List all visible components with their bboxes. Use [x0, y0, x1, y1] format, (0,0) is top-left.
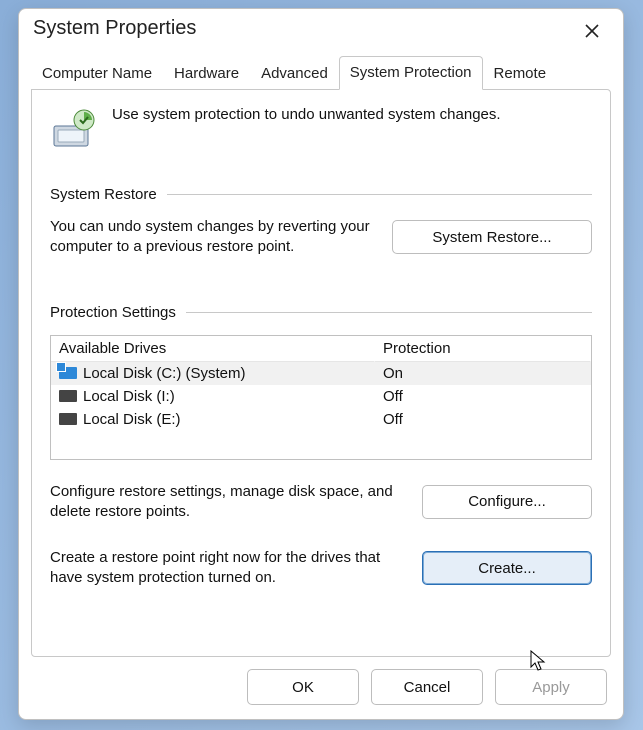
apply-button[interactable]: Apply [495, 669, 607, 705]
protection-settings-group: Protection Settings [50, 304, 592, 321]
system-restore-row: You can undo system changes by reverting… [50, 217, 592, 258]
drive-icon [59, 413, 77, 425]
protection-settings-label: Protection Settings [50, 304, 176, 321]
tab-row: Computer Name Hardware Advanced System P… [19, 55, 623, 89]
cancel-button[interactable]: Cancel [371, 669, 483, 705]
system-properties-dialog: System Properties Computer Name Hardware… [18, 8, 624, 720]
table-row[interactable]: Local Disk (I:) Off [51, 385, 591, 408]
col-available-drives: Available Drives [51, 336, 375, 362]
col-protection: Protection [375, 336, 591, 362]
create-desc: Create a restore point right now for the… [50, 548, 404, 589]
tab-content: Use system protection to undo unwanted s… [31, 89, 611, 657]
dialog-buttons: OK Cancel Apply [19, 657, 623, 719]
configure-row: Configure restore settings, manage disk … [50, 482, 592, 523]
drive-name: Local Disk (I:) [83, 388, 175, 405]
create-button[interactable]: Create... [422, 551, 592, 585]
tab-remote[interactable]: Remote [483, 57, 558, 90]
drive-icon [59, 367, 77, 379]
intro-text: Use system protection to undo unwanted s… [112, 104, 501, 123]
divider [167, 194, 592, 195]
system-restore-button[interactable]: System Restore... [392, 220, 592, 254]
table-row[interactable]: Local Disk (E:) Off [51, 408, 591, 431]
drive-status: On [375, 362, 591, 385]
drives-table: Available Drives Protection Local Disk (… [50, 335, 592, 460]
configure-button[interactable]: Configure... [422, 485, 592, 519]
drive-status: Off [375, 385, 591, 408]
titlebar: System Properties [19, 9, 623, 55]
configure-desc: Configure restore settings, manage disk … [50, 482, 404, 523]
drive-name: Local Disk (C:) (System) [83, 365, 246, 382]
create-row: Create a restore point right now for the… [50, 548, 592, 589]
system-restore-label: System Restore [50, 186, 157, 203]
table-header: Available Drives Protection [51, 336, 591, 362]
intro-row: Use system protection to undo unwanted s… [50, 104, 592, 152]
tab-advanced[interactable]: Advanced [250, 57, 339, 90]
drive-status: Off [375, 408, 591, 431]
system-restore-group: System Restore [50, 186, 592, 203]
system-restore-desc: You can undo system changes by reverting… [50, 217, 374, 258]
drive-name: Local Disk (E:) [83, 411, 181, 428]
tab-system-protection[interactable]: System Protection [339, 56, 483, 90]
ok-button[interactable]: OK [247, 669, 359, 705]
divider [186, 312, 592, 313]
system-protection-icon [50, 104, 98, 152]
close-icon [585, 24, 599, 38]
tab-hardware[interactable]: Hardware [163, 57, 250, 90]
tab-computer-name[interactable]: Computer Name [31, 57, 163, 90]
table-row[interactable]: Local Disk (C:) (System) On [51, 362, 591, 385]
table-body: Local Disk (C:) (System) On Local Disk (… [51, 362, 591, 459]
drive-icon [59, 390, 77, 402]
window-title: System Properties [33, 17, 196, 40]
close-button[interactable] [573, 17, 611, 45]
